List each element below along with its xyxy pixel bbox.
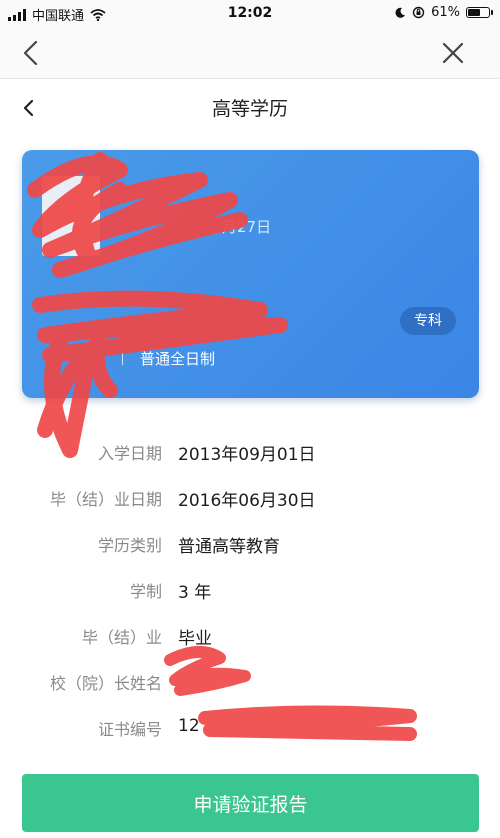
close-icon[interactable] [436,36,470,70]
row-education-category: 学历类别 普通高等教育 [0,522,500,562]
row-label: 校（院）长姓名 [49,674,162,693]
battery-icon [466,7,493,18]
row-certificate-number: 证书编号 12 [0,706,500,746]
level-badge: 专科 [400,307,456,335]
row-label: 学制 [129,582,162,601]
row-completion-status: 毕（结）业 毕业 [0,614,500,654]
page-title: 高等学历 [211,98,288,120]
row-label: 入学日期 [97,444,162,463]
row-principal-name: 校（院）长姓名 [0,660,500,700]
row-graduation-date: 毕（结）业日期 2016年06月30日 [0,476,500,516]
row-value: 2016年06月30日 [178,491,316,511]
row-value: 普通高等教育 [178,537,280,557]
apply-report-button[interactable]: 申请验证报告 [22,774,479,832]
row-value: 3 年 [178,583,212,603]
status-bar: 中国联通 12:02 61% [0,0,500,28]
battery-percent: 61% [431,5,460,20]
row-label: 证书编号 [97,720,162,739]
row-enrollment-date: 入学日期 2013年09月01日 [0,430,500,470]
study-mode-label: 普通全日制 [140,350,216,368]
row-study-length: 学制 3 年 [0,568,500,608]
back-icon[interactable] [14,36,48,70]
page-header: 高等学历 [0,80,500,136]
row-value: 2013年09月01日 [178,445,316,465]
card-divider [122,350,123,365]
row-value: 12 [178,716,200,736]
row-label: 毕（结）业日期 [49,490,162,509]
row-value: 毕业 [178,629,212,649]
card-date: 月27日 [222,218,272,236]
education-card[interactable]: 月27日 普通全日制 专科 [22,150,479,398]
row-label: 学历类别 [97,536,162,555]
photo-placeholder [42,176,100,256]
row-label: 毕（结）业 [81,628,162,647]
moon-icon [395,7,406,18]
status-right: 61% [394,5,493,20]
top-nav-bar [0,28,500,79]
orientation-lock-icon [412,6,425,19]
